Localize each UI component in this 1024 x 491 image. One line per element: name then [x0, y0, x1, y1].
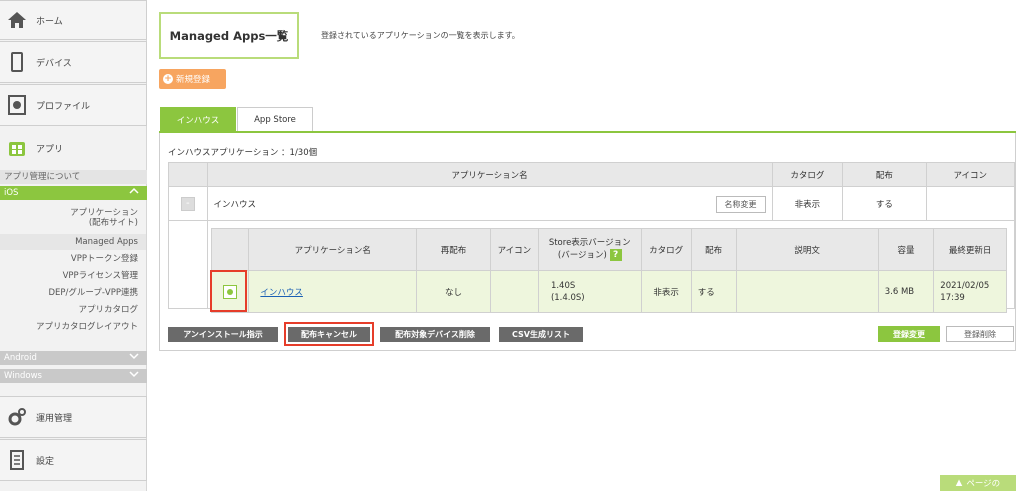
table-header-row: アプリケーション名 再配布 アイコン Store表示バージョン (バージョン) … — [210, 228, 1007, 271]
chevron-up-icon — [129, 186, 139, 200]
nav-settings[interactable]: 設定 — [0, 439, 147, 481]
rename-button[interactable]: 名称変更 — [715, 196, 766, 213]
page-description: 登録されているアプリケーションの一覧を表示します。 — [321, 31, 520, 40]
version-value: 1.40S (1.4.0S) — [537, 270, 642, 313]
app-icon-cell — [489, 270, 539, 313]
nav-app-label: アプリ — [36, 144, 64, 155]
nav-app[interactable]: アプリ — [0, 133, 147, 163]
page-top-button[interactable]: ▲ ページの — [940, 475, 1016, 491]
help-icon[interactable]: ? — [609, 249, 622, 262]
table-header-row: アプリケーション名 カタログ 配布 アイコン — [168, 162, 1016, 187]
header-redistribution: 再配布 — [416, 228, 491, 271]
header-catalog: カタログ — [771, 162, 844, 187]
delete-button[interactable]: 登録削除 — [946, 326, 1014, 342]
header-icon: アイコン — [925, 162, 1016, 187]
group-name: インハウス — [213, 199, 257, 210]
nav-home[interactable]: ホーム — [0, 0, 147, 40]
page-title: Managed Apps一覧 — [159, 12, 299, 59]
header-distribution: 配布 — [842, 162, 927, 187]
header-blank — [168, 162, 208, 187]
nav-home-label: ホーム — [36, 16, 63, 27]
description-value — [735, 270, 879, 313]
cancel-distribution-button[interactable]: 配布キャンセル — [288, 327, 370, 342]
android-label: Android — [4, 353, 37, 363]
nav-settings-label: 設定 — [36, 456, 55, 467]
sidebar-item-app-catalog[interactable]: アプリカタログ — [0, 305, 138, 315]
header-description: 説明文 — [735, 228, 879, 271]
app-table: アプリケーション名 再配布 アイコン Store表示バージョン (バージョン) … — [210, 228, 1007, 313]
header-select — [210, 228, 250, 271]
nav-operations[interactable]: 運用管理 — [0, 396, 147, 438]
new-register-button[interactable]: + 新規登録 — [159, 69, 226, 89]
sidebar-section-windows[interactable]: Windows — [0, 369, 147, 383]
plus-icon: + — [163, 74, 173, 84]
app-icon — [6, 137, 28, 159]
sidebar: ホーム デバイス プロファイル アプリ アプリ管理について iOS アプリケーシ… — [0, 0, 147, 491]
chevron-down-icon — [129, 369, 139, 383]
nav-profile[interactable]: プロファイル — [0, 84, 147, 126]
app-name-cell: インハウス — [248, 270, 418, 313]
nav-device[interactable]: デバイス — [0, 41, 147, 83]
collapse-cell: - — [168, 186, 208, 221]
group-catalog: 非表示 — [771, 186, 844, 221]
sidebar-section-ios[interactable]: iOS — [0, 186, 147, 200]
group-distribution: する — [842, 186, 927, 221]
header-app-name: アプリケーション名 — [206, 162, 773, 187]
sidebar-item-vpp-license[interactable]: VPPライセンス管理 — [0, 271, 138, 281]
table-row: インハウス なし 1.40S (1.4.0S) 非表示 する 3.6 MB 20… — [210, 270, 1007, 313]
group-name-cell: インハウス 名称変更 — [206, 186, 773, 221]
csv-list-button[interactable]: CSV生成リスト — [499, 327, 583, 342]
nav-operations-label: 運用管理 — [36, 413, 73, 424]
updated-value: 2021/02/05 17:39 — [933, 270, 1007, 313]
size-value: 3.6 MB — [877, 270, 935, 313]
header-icon: アイコン — [489, 228, 539, 271]
chevron-down-icon — [129, 351, 139, 365]
table-row: - インハウス 名称変更 非表示 する — [168, 186, 1016, 221]
sidebar-item-managed-apps[interactable]: Managed Apps — [0, 234, 146, 250]
header-catalog: カタログ — [640, 228, 692, 271]
uninstall-button[interactable]: アンインストール指示 — [168, 327, 278, 342]
device-icon — [6, 51, 28, 73]
tab-appstore[interactable]: App Store — [237, 107, 313, 132]
catalog-value: 非表示 — [640, 270, 692, 313]
home-icon — [6, 9, 28, 31]
header-size: 容量 — [877, 228, 935, 271]
remove-target-devices-button[interactable]: 配布対象デバイス削除 — [380, 327, 490, 342]
new-register-label: 新規登録 — [176, 75, 211, 85]
distribution-value: する — [690, 270, 737, 313]
sidebar-item-dep-vpp[interactable]: DEP/グループ-VPP連携 — [0, 288, 138, 298]
highlight-radio — [210, 270, 247, 312]
sidebar-item-app-distribution[interactable]: アプリケーション (配布サイト) — [0, 208, 138, 228]
blank-cell — [168, 220, 208, 309]
nav-device-label: デバイス — [36, 58, 72, 69]
page-top-label: ページの — [966, 479, 1001, 489]
app-count: インハウスアプリケーション ：1/30個 — [168, 148, 318, 158]
group-icon — [925, 186, 1016, 221]
nav-profile-label: プロファイル — [36, 101, 91, 112]
sidebar-item-catalog-layout[interactable]: アプリカタログレイアウト — [0, 322, 138, 332]
tab-inhouse[interactable]: インハウス — [160, 107, 236, 132]
save-changes-button[interactable]: 登録変更 — [878, 326, 940, 342]
collapse-button[interactable]: - — [180, 196, 195, 211]
profile-icon — [6, 94, 28, 116]
sidebar-section-android[interactable]: Android — [0, 351, 147, 365]
sidebar-item-vpp-token[interactable]: VPPトークン登録 — [0, 254, 138, 264]
sidebar-item-about[interactable]: アプリ管理について — [0, 170, 147, 184]
header-version: Store表示バージョン (バージョン) ? — [537, 228, 642, 271]
windows-label: Windows — [4, 371, 42, 381]
redistribution-value: なし — [416, 270, 491, 313]
header-app-name: アプリケーション名 — [248, 228, 418, 271]
header-distribution: 配布 — [690, 228, 737, 271]
ios-label: iOS — [4, 188, 19, 198]
app-name-link[interactable]: インハウス — [260, 288, 303, 298]
chevron-up-icon: ▲ — [955, 478, 963, 488]
gear-icon — [6, 406, 28, 428]
settings-doc-icon — [6, 449, 28, 471]
header-updated: 最終更新日 — [933, 228, 1007, 271]
